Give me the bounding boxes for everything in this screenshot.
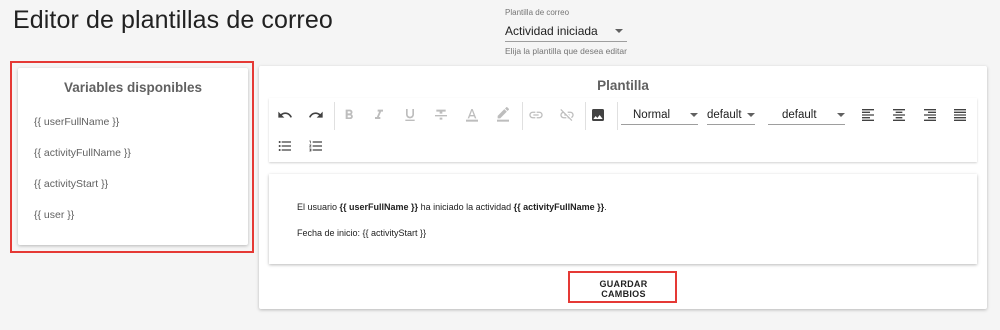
- template-select-hint: Elija la plantilla que desea editar: [505, 46, 627, 56]
- line1-suffix: .: [604, 202, 607, 212]
- toolbar-divider: [334, 102, 335, 130]
- template-select-label: Plantilla de correo: [505, 8, 570, 17]
- font-select[interactable]: default: [707, 106, 755, 125]
- template-line-1: El usuario {{ userFullName }} ha iniciad…: [297, 202, 607, 212]
- undo-icon[interactable]: [273, 103, 297, 127]
- template-select[interactable]: Plantilla de correo Actividad iniciada E…: [505, 8, 627, 56]
- align-center-icon[interactable]: [887, 103, 911, 127]
- template-editor[interactable]: El usuario {{ userFullName }} ha iniciad…: [269, 174, 977, 264]
- template-title: Plantilla: [597, 78, 649, 93]
- image-icon[interactable]: [586, 103, 610, 127]
- numbered-list-icon[interactable]: [304, 134, 328, 158]
- redo-icon[interactable]: [304, 103, 328, 127]
- toolbar-divider: [522, 102, 523, 130]
- page-title: Editor de plantillas de correo: [13, 6, 333, 34]
- font-select-value: default: [707, 109, 742, 121]
- strikethrough-icon[interactable]: [429, 103, 453, 127]
- align-justify-icon[interactable]: [948, 103, 972, 127]
- line1-prefix: El usuario: [297, 202, 340, 212]
- toolbar-divider: [617, 102, 618, 130]
- format-select-value: Normal: [633, 109, 671, 121]
- format-select[interactable]: Normal: [621, 106, 698, 125]
- line1-variable-activityfullname: {{ activityFullName }}: [513, 202, 605, 212]
- dropdown-arrow-icon[interactable]: [615, 28, 623, 33]
- underline-icon[interactable]: [398, 103, 422, 127]
- italic-icon[interactable]: [367, 103, 391, 127]
- line1-variable-userfullname: {{ userFullName }}: [339, 202, 419, 212]
- unlink-icon[interactable]: [555, 103, 579, 127]
- size-select[interactable]: default: [768, 106, 845, 125]
- size-select-value: default: [782, 109, 817, 121]
- line1-middle: ha iniciado la actividad: [418, 202, 514, 212]
- template-select-field[interactable]: Actividad iniciada: [505, 20, 627, 42]
- save-highlight-box: [568, 271, 677, 303]
- bulleted-list-icon[interactable]: [273, 134, 297, 158]
- editor-toolbar: Normal default default: [269, 98, 977, 162]
- bold-icon[interactable]: [337, 103, 361, 127]
- template-line-2: Fecha de inicio: {{ activityStart }}: [297, 228, 427, 238]
- format-dropdown-arrow-icon[interactable]: [690, 113, 698, 117]
- size-dropdown-arrow-icon[interactable]: [837, 113, 845, 117]
- align-left-icon[interactable]: [856, 103, 880, 127]
- link-icon[interactable]: [524, 103, 548, 127]
- align-right-icon[interactable]: [918, 103, 942, 127]
- template-select-value: Actividad iniciada: [505, 23, 598, 38]
- highlight-icon[interactable]: [491, 103, 515, 127]
- font-dropdown-arrow-icon[interactable]: [747, 113, 755, 117]
- text-color-icon[interactable]: [460, 103, 484, 127]
- variables-highlight-box: [10, 61, 254, 253]
